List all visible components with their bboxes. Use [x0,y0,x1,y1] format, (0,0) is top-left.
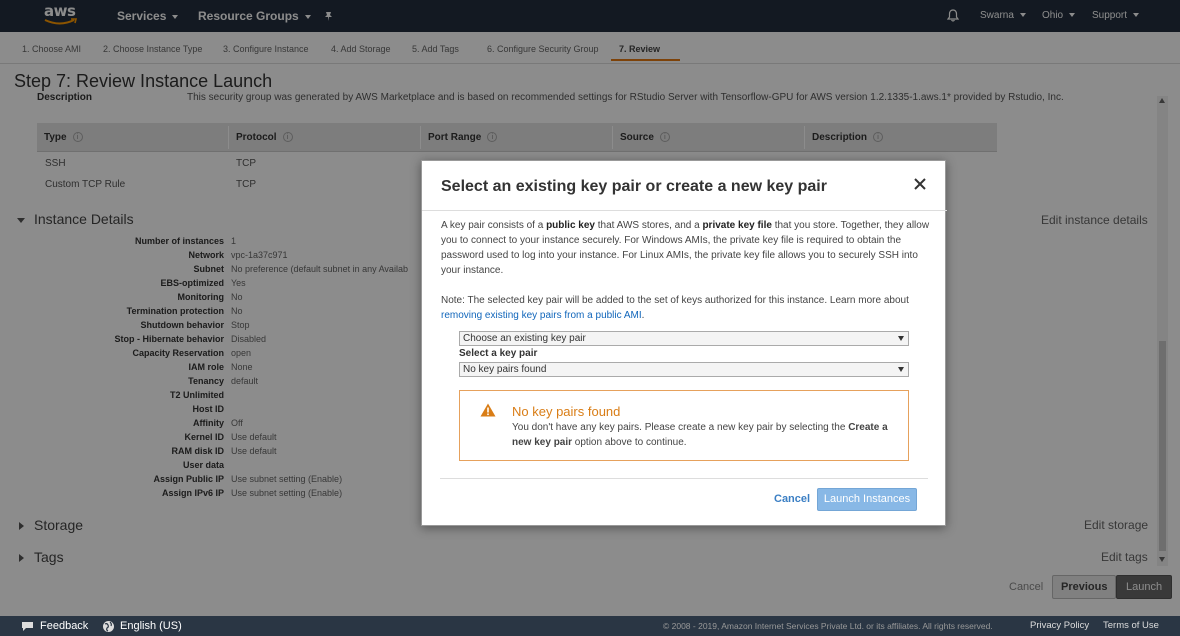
launch-instances-button[interactable]: Launch Instances [817,488,917,511]
alert-text: You don't have any key pairs. Please cre… [512,422,888,448]
modal-title: Select an existing key pair or create a … [441,178,827,195]
language-selector[interactable]: English (US) [102,616,182,636]
chevron-down-icon [898,336,904,341]
footer: Feedback English (US) © 2008 - 2019, Ama… [0,616,1180,636]
feedback-button[interactable]: Feedback [21,616,88,636]
chat-bubble-icon [22,621,33,631]
key-pair-option-select[interactable]: Choose an existing key pair [459,331,909,346]
key-pair-explanation: A key pair consists of a public key that… [441,220,930,276]
alert-title: No key pairs found [512,404,621,419]
terms-of-use-link[interactable]: Terms of Use [1103,616,1159,636]
globe-icon [103,620,114,632]
chevron-down-icon [898,367,904,372]
modal-cancel-button[interactable]: Cancel [774,493,810,505]
remove-key-pairs-link[interactable]: removing existing key pairs from a publi… [441,310,642,321]
warning-icon [480,403,496,417]
modal-divider [422,210,947,211]
key-pair-note: Note: The selected key pair will be adde… [441,295,909,321]
modal-divider [440,478,928,479]
close-icon[interactable] [913,177,927,191]
key-pair-select[interactable]: No key pairs found [459,362,909,377]
privacy-policy-link[interactable]: Privacy Policy [1030,616,1089,636]
key-pair-modal: Select an existing key pair or create a … [421,160,947,526]
select-key-pair-label: Select a key pair [459,348,538,359]
copyright-text: © 2008 - 2019, Amazon Internet Services … [663,621,993,631]
no-key-pairs-alert: No key pairs found You don't have any ke… [459,390,909,461]
